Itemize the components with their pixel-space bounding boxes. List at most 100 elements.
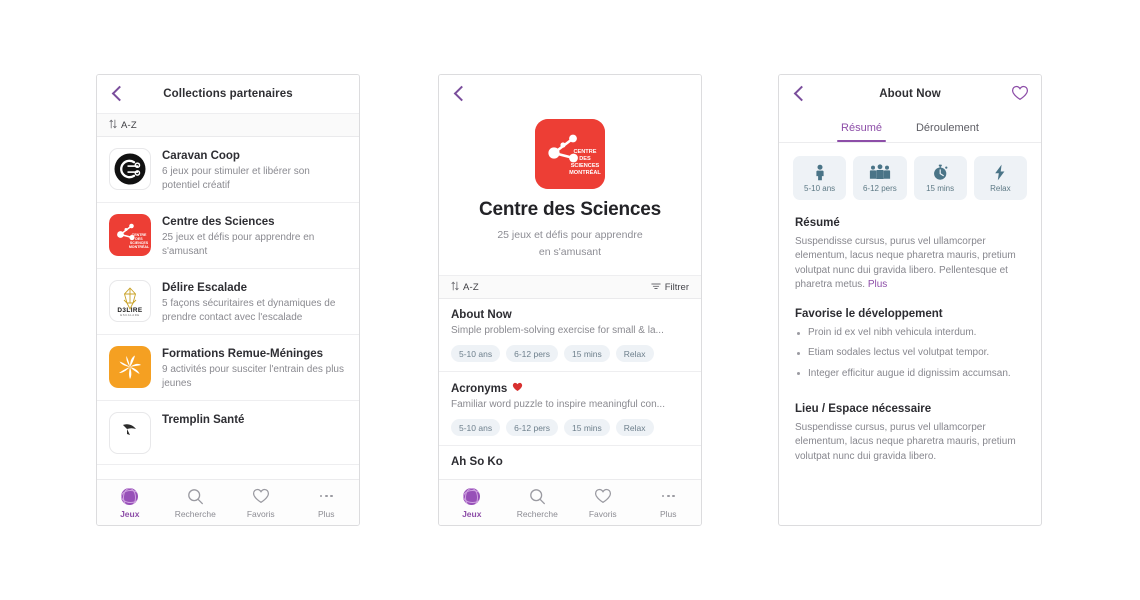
list-item-subtitle: 9 activités pour susciter l'entrain des … — [162, 364, 344, 389]
game-title-row: About Now — [451, 309, 689, 321]
tab-plus[interactable]: Plus — [294, 487, 360, 519]
list-item-text: Formations Remue-Méninges 9 activités po… — [162, 346, 347, 390]
game-title: About Now — [451, 309, 512, 321]
tab-label: Plus — [317, 508, 335, 519]
list-item[interactable]: Caravan Coop 6 jeux pour stimuler et lib… — [97, 137, 359, 203]
tag-pill: Relax — [615, 345, 654, 362]
chevron-left-icon[interactable] — [109, 85, 127, 103]
collections-list[interactable]: Caravan Coop 6 jeux pour stimuler et lib… — [97, 137, 359, 479]
games-sortbar: A-Z Filtrer — [439, 275, 701, 299]
more-dots-icon — [661, 487, 675, 506]
game-description: Familiar word puzzle to inspire meaningf… — [451, 399, 665, 410]
tab-label: Jeux — [120, 508, 140, 519]
tag-pill: 15 mins — [564, 345, 610, 362]
heart-outline-icon[interactable] — [1011, 85, 1029, 103]
game-tags: 5-10 ans 6-12 pers 15 mins Relax — [451, 419, 689, 436]
svg-text:MONTRÉAL: MONTRÉAL — [129, 244, 150, 249]
chevron-left-icon[interactable] — [451, 85, 469, 103]
tab-recherche[interactable]: Recherche — [163, 487, 229, 519]
list-item: Etiam sodales lectus vel volutpat tempor… — [795, 346, 1025, 360]
sort-arrows-icon — [451, 281, 459, 294]
list-item-text: Centre des Sciences 25 jeux et défis pou… — [162, 214, 347, 258]
tag-pill: Relax — [615, 419, 654, 436]
info-card-label: 5-10 ans — [804, 183, 836, 193]
game-detail-body[interactable]: Résumé Suspendisse cursus, purus vel ull… — [779, 210, 1041, 525]
list-item-title: Tremplin Santé — [162, 414, 245, 426]
delire-escalade-logo: D3LIRE ESCALADE — [109, 280, 151, 322]
list-item-title: Délire Escalade — [162, 282, 248, 294]
svg-text:DES: DES — [579, 156, 591, 162]
list-item: Integer efficitur augue id dignissim acc… — [795, 367, 1025, 381]
sort-button[interactable]: A-Z — [451, 281, 479, 294]
list-item: Proin id ex vel nibh vehicula interdum. — [795, 326, 1025, 340]
section-bullet-list: Proin id ex vel nibh vehicula interdum. … — [795, 326, 1025, 381]
tab-label: Résumé — [841, 121, 882, 134]
group-icon — [869, 164, 891, 181]
game-tags: 5-10 ans 6-12 pers 15 mins Relax — [451, 345, 689, 362]
tab-jeux[interactable]: Jeux — [439, 487, 505, 519]
tab-deroulement[interactable]: Déroulement — [912, 113, 983, 142]
tab-label: Recherche — [516, 508, 558, 519]
info-card-label: 6-12 pers — [862, 183, 897, 193]
list-item[interactable]: D3LIRE ESCALADE Délire Escalade 5 façons… — [97, 269, 359, 335]
games-list[interactable]: About Now Simple problem-solving exercis… — [439, 299, 701, 479]
tab-favoris[interactable]: Favoris — [228, 487, 294, 519]
detail-tabs: Résumé Déroulement — [779, 113, 1041, 143]
tab-favoris[interactable]: Favoris — [570, 487, 636, 519]
tab-label: Recherche — [174, 508, 216, 519]
sort-label: A-Z — [463, 281, 479, 293]
svg-text:ESCALADE: ESCALADE — [120, 313, 139, 317]
collection-subtitle: 25 jeux et défis pour apprendre en s'amu… — [497, 227, 642, 261]
info-card-label: 15 mins — [926, 183, 955, 193]
heart-outline-icon — [252, 487, 270, 506]
tremplin-sante-logo — [109, 412, 151, 454]
tag-pill: 6-12 pers — [506, 345, 559, 362]
list-item-title: Formations Remue-Méninges — [162, 348, 324, 360]
sort-button[interactable]: A-Z — [109, 119, 137, 132]
formations-remue-meninges-logo — [109, 346, 151, 388]
game-title: Acronyms — [451, 382, 508, 395]
tab-label: Jeux — [462, 508, 482, 519]
search-icon — [187, 487, 204, 506]
sort-arrows-icon — [109, 119, 117, 132]
collections-header: Collections partenaires — [97, 75, 359, 113]
game-title-row: Acronyms — [451, 382, 689, 395]
section-heading: Lieu / Espace nécessaire — [795, 403, 932, 416]
tab-jeux[interactable]: Jeux — [97, 487, 163, 519]
list-item-subtitle: 25 jeux et défis pour apprendre en s'amu… — [162, 232, 315, 257]
chevron-left-icon[interactable] — [791, 85, 809, 103]
svg-text:SCIENCES: SCIENCES — [571, 163, 600, 169]
list-item-subtitle: 5 façons sécuritaires et dynamiques de p… — [162, 298, 336, 323]
game-title-row: Ah So Ko — [451, 456, 689, 468]
list-item[interactable]: Ah So Ko — [439, 446, 701, 479]
section-heading: Favorise le développement — [795, 308, 943, 321]
list-item[interactable]: Tremplin Santé — [97, 401, 359, 465]
list-item-text: Tremplin Santé — [162, 412, 347, 429]
plus-link[interactable]: Plus — [868, 279, 887, 290]
list-item[interactable]: CENTRE DES SCIENCES MONTRÉAL Centre des … — [97, 203, 359, 269]
page-title: Collections partenaires — [163, 88, 293, 100]
tab-plus[interactable]: Plus — [636, 487, 702, 519]
list-item-subtitle: 6 jeux pour stimuler et libérer son pote… — [162, 166, 310, 191]
centre-des-sciences-logo: CENTRE DES SCIENCES MONTRÉAL — [109, 214, 151, 256]
list-item[interactable]: Acronyms Familiar word puzzle to inspire… — [439, 372, 701, 446]
filter-label: Filtrer — [664, 281, 689, 293]
list-item[interactable]: Formations Remue-Méninges 9 activités po… — [97, 335, 359, 401]
list-item[interactable]: About Now Simple problem-solving exercis… — [439, 299, 701, 372]
tab-label: Favoris — [588, 508, 617, 519]
section-heading: Résumé — [795, 217, 840, 229]
info-card-label: Relax — [990, 183, 1011, 193]
collection-hero: CENTRE DES SCIENCES MONTRÉAL Centre des … — [439, 113, 701, 275]
games-ball-icon — [463, 487, 481, 506]
tag-pill: 15 mins — [564, 419, 610, 436]
filter-button[interactable]: Filtrer — [651, 282, 689, 293]
bottom-tabbar: Jeux Recherche Favoris Plus — [97, 479, 359, 525]
info-card-duration: 15 mins — [913, 156, 967, 200]
panel-collection-detail: CENTRE DES SCIENCES MONTRÉAL Centre des … — [438, 74, 702, 526]
tab-recherche[interactable]: Recherche — [505, 487, 571, 519]
list-item-text: Délire Escalade 5 façons sécuritaires et… — [162, 280, 347, 324]
paragraph-text: Suspendisse cursus, purus vel ullamcorpe… — [795, 236, 1016, 290]
tab-resume[interactable]: Résumé — [837, 113, 886, 142]
heart-filled-icon[interactable] — [512, 382, 523, 395]
info-card-energy: Relax — [973, 156, 1027, 200]
